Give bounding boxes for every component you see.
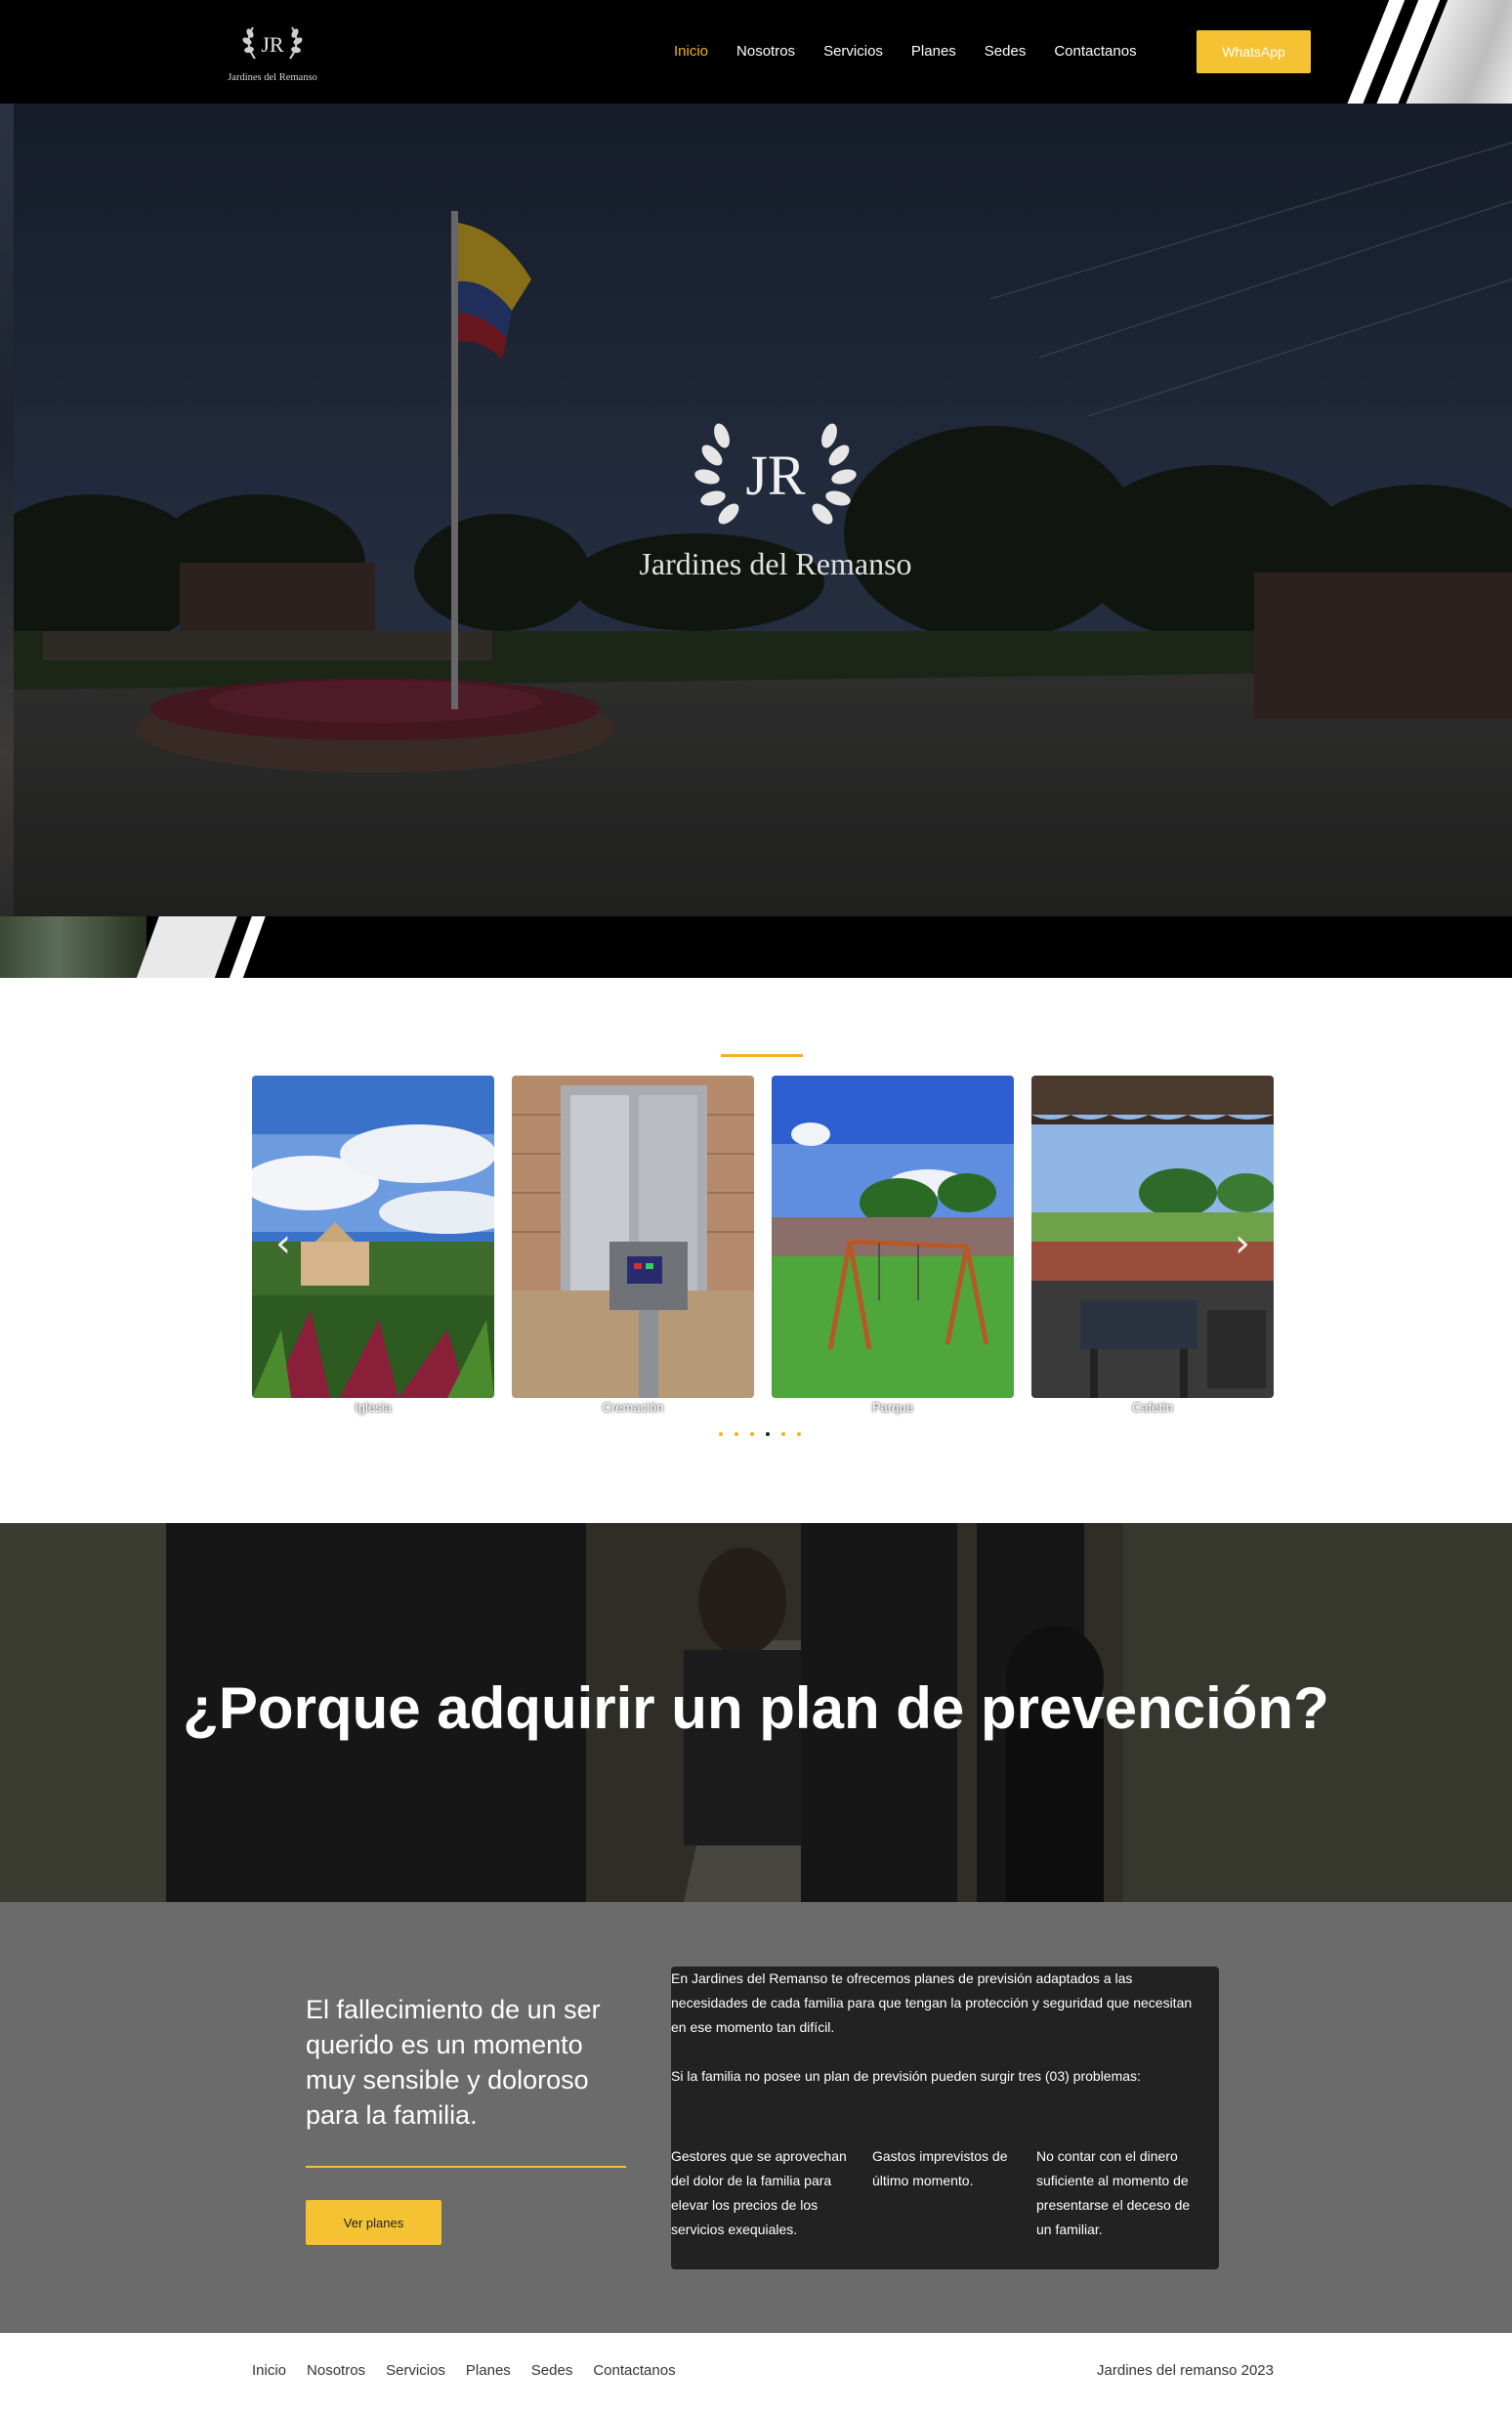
chevron-left-icon[interactable]: ‹ (269, 1224, 298, 1263)
gallery-divider (721, 1054, 803, 1057)
info-divider (306, 2166, 626, 2168)
nav-item-contactanos[interactable]: Contactanos (1054, 43, 1136, 60)
svg-text:JR: JR (745, 444, 806, 507)
nav-item-sedes[interactable]: Sedes (985, 43, 1027, 60)
site-logo[interactable]: JR Jardines del Remanso (220, 20, 325, 88)
problem-item: Gestores que se aprovechan del dolor de … (671, 2148, 847, 2237)
carousel-dot[interactable] (719, 1432, 723, 1436)
nav-item-nosotros[interactable]: Nosotros (736, 43, 795, 60)
site-header: JR Jardines del Remanso Inicio Nosotros … (0, 0, 1512, 104)
gallery-caption: Parque (872, 1400, 913, 1415)
gallery-card-cremacion[interactable] (512, 1076, 754, 1398)
gallery-caption: Iglesia (355, 1400, 392, 1415)
nav-item-servicios[interactable]: Servicios (823, 43, 883, 60)
hero-logo: JR Jardines del Remanso (629, 416, 922, 612)
hero-section: JR Jardines del Remanso (0, 104, 1512, 978)
svg-text:JR: JR (261, 32, 284, 57)
carousel-dot-active[interactable] (766, 1432, 770, 1436)
banner-title: ¿Porque adquirir un plan de prevención? (183, 1675, 1329, 1741)
info-paragraph: Si la familia no posee un plan de previs… (671, 2068, 1141, 2084)
hero-bottom-decoration (0, 916, 273, 978)
carousel-dot[interactable] (735, 1432, 738, 1436)
nav-item-planes[interactable]: Planes (911, 43, 956, 60)
footer-link-planes[interactable]: Planes (466, 2362, 511, 2379)
footer-link-sedes[interactable]: Sedes (531, 2362, 573, 2379)
gallery-caption: Cremación (602, 1400, 664, 1415)
svg-text:Jardines del Remanso: Jardines del Remanso (228, 72, 317, 83)
problem-item: No contar con el dinero suficiente al mo… (1036, 2148, 1191, 2237)
nav-item-inicio[interactable]: Inicio (674, 43, 708, 60)
site-footer: Inicio Nosotros Servicios Planes Sedes C… (0, 2333, 1512, 2413)
gallery-card-parque[interactable] (772, 1076, 1014, 1398)
footer-link-nosotros[interactable]: Nosotros (307, 2362, 365, 2379)
problem-item: Gastos imprevistos de último momento. (872, 2148, 1008, 2188)
copyright-text: Jardines del remanso 2023 (1097, 2362, 1274, 2379)
hero-image: JR Jardines del Remanso (14, 104, 1512, 916)
gallery-caption: Cafetín (1132, 1400, 1173, 1415)
info-paragraph: En Jardines del Remanso te ofrecemos pla… (671, 1970, 1193, 2035)
info-heading: El fallecimiento de un ser querido es un… (306, 1995, 601, 2130)
whatsapp-button[interactable]: WhatsApp (1197, 30, 1311, 73)
footer-nav: Inicio Nosotros Servicios Planes Sedes C… (252, 2362, 696, 2379)
hero-prev-slide-edge (0, 104, 14, 916)
view-plans-button[interactable]: Ver planes (306, 2200, 441, 2245)
footer-link-servicios[interactable]: Servicios (386, 2362, 445, 2379)
main-nav: Inicio Nosotros Servicios Planes Sedes C… (674, 29, 1165, 72)
footer-link-inicio[interactable]: Inicio (252, 2362, 286, 2379)
carousel-dots (719, 1432, 813, 1436)
carousel-dot[interactable] (750, 1432, 754, 1436)
chevron-right-icon[interactable]: › (1228, 1224, 1257, 1263)
info-box: En Jardines del Remanso te ofrecemos pla… (671, 1967, 1219, 2269)
svg-text:Jardines del Remanso: Jardines del Remanso (639, 546, 911, 581)
footer-link-contactanos[interactable]: Contactanos (593, 2362, 675, 2379)
prevention-banner: ¿Porque adquirir un plan de prevención? (0, 1523, 1512, 1902)
carousel-dot[interactable] (781, 1432, 785, 1436)
gallery-carousel: Iglesia Cremación Parque Cafetín ‹ › (0, 978, 1512, 1523)
header-decoration (1317, 0, 1512, 104)
carousel-dot[interactable] (797, 1432, 801, 1436)
info-section: El fallecimiento de un ser querido es un… (0, 1902, 1512, 2333)
